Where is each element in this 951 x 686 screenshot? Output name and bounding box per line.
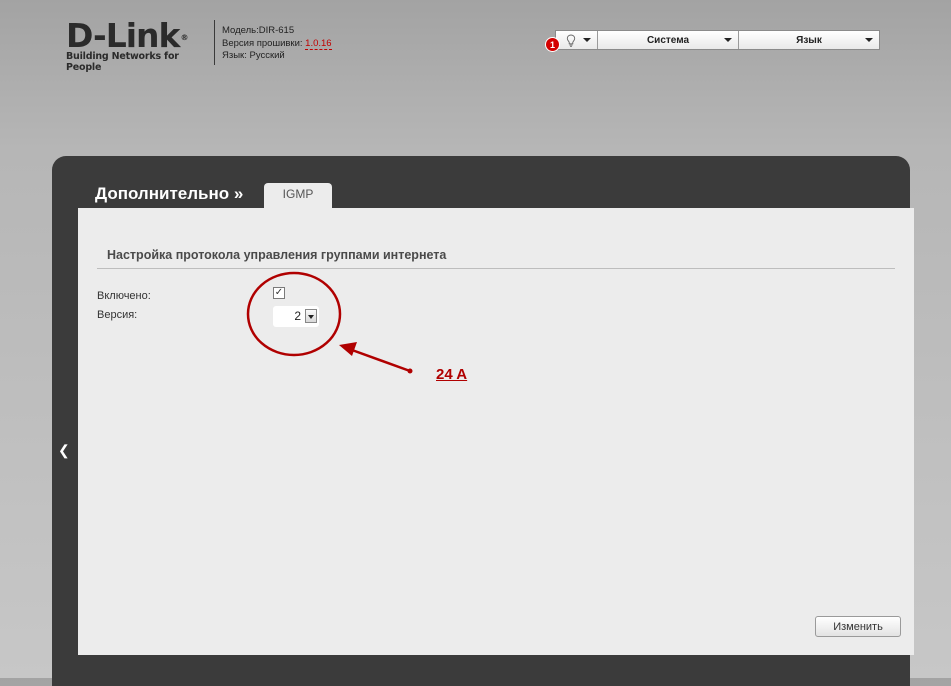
enabled-checkbox[interactable]: ✓ — [273, 287, 285, 299]
firmware-label: Версия прошивки: — [222, 37, 306, 49]
version-label: Версия: — [97, 309, 138, 321]
lightbulb-icon — [566, 34, 575, 47]
version-select-value: 2 — [294, 309, 301, 323]
chevron-down-icon — [583, 38, 591, 42]
device-info: Модель:DIR-615 Версия прошивки: 1.0.16 Я… — [222, 25, 332, 63]
model-label: Модель: — [222, 25, 259, 36]
tab-igmp[interactable]: IGMP — [264, 183, 332, 210]
brand-name: D-Link — [66, 16, 180, 55]
back-arrow-icon[interactable]: ❮ — [58, 442, 70, 459]
chevron-down-icon — [724, 38, 732, 42]
system-menu[interactable]: Система — [598, 31, 739, 49]
language-label: Язык: — [222, 50, 250, 61]
dlink-logo: D-Link® Building Networks for People — [66, 16, 211, 74]
annotation-label: 24 A — [436, 366, 468, 383]
notification-badge[interactable]: 1 — [545, 37, 560, 52]
language-menu[interactable]: Язык — [739, 31, 879, 49]
language-menu-label: Язык — [796, 34, 822, 46]
firmware-link[interactable]: 1.0.16 — [305, 37, 332, 50]
page-title[interactable]: Дополнительно » — [95, 184, 243, 204]
model-value: DIR-615 — [258, 25, 295, 36]
apply-button[interactable]: Изменить — [815, 616, 901, 637]
chevron-down-icon — [305, 309, 317, 323]
top-menu: Система Язык — [555, 30, 880, 50]
section-title: Настройка протокола управления группами … — [107, 248, 447, 262]
registered-mark: ® — [180, 33, 188, 42]
enabled-label: Включено: — [97, 290, 151, 302]
header-divider — [214, 20, 215, 65]
version-select[interactable]: 2 — [273, 306, 319, 327]
chevron-down-icon — [865, 38, 873, 42]
section-divider — [97, 268, 895, 269]
system-menu-label: Система — [646, 34, 690, 46]
language-value: Русский — [249, 50, 285, 61]
content-area — [78, 208, 914, 655]
notifications-menu[interactable] — [556, 31, 598, 49]
brand-tagline: Building Networks for People — [66, 51, 179, 73]
